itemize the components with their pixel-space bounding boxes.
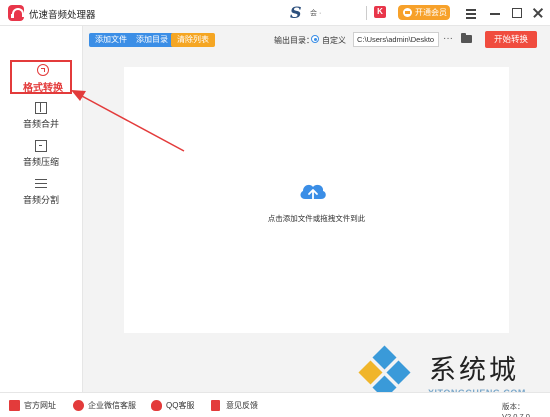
footer-label: 官方网址 (24, 401, 56, 410)
home-icon (9, 400, 20, 411)
qq-icon (151, 400, 162, 411)
watermark-text: 系统城 (429, 355, 519, 386)
footer: 官方网址 企业微信客服 QQ客服 意见反馈 (0, 392, 550, 417)
footer-label: 企业微信客服 (88, 401, 136, 410)
feedback-icon (211, 400, 220, 411)
footer-label: 意见反馈 (226, 401, 258, 410)
footer-label: QQ客服 (166, 401, 195, 410)
wechat-icon (73, 400, 84, 411)
version-label: 版本：V2.0.7.0 (502, 402, 530, 417)
